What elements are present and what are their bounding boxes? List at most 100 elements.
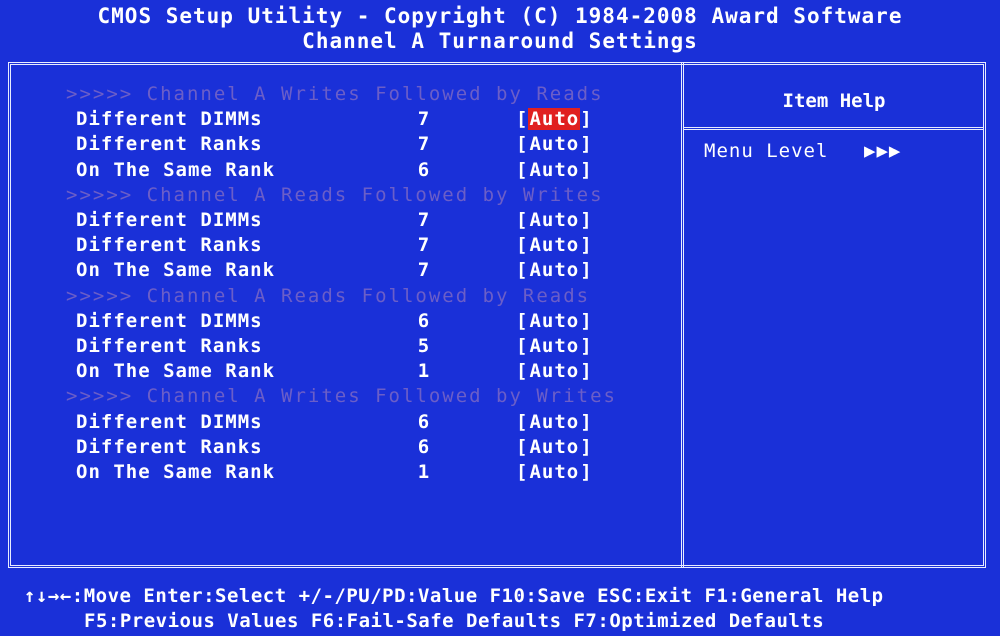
option-bracket-left: [ (516, 209, 529, 231)
section-heading-text: >>>>> Channel A Writes Followed by Reads (66, 83, 604, 105)
section-heading-text: >>>>> Channel A Writes Followed by Write… (66, 385, 617, 408)
option-bracket-left: [ (516, 108, 529, 131)
key-legend-line-1: ↑↓→←:Move Enter:Select +/-/PU/PD:Value F… (24, 585, 884, 607)
option-bracket-right: ] (580, 335, 593, 357)
option-bracket-left: [ (516, 133, 529, 156)
setting-current-value: 1 (417, 360, 431, 383)
section-heading: >>>>> Channel A Writes Followed by Write… (0, 384, 680, 409)
menu-level: Menu Level ▶▶▶ (704, 138, 900, 164)
setting-option[interactable]: [Auto] (516, 107, 593, 132)
setting-label: On The Same Rank (76, 360, 276, 383)
option-value[interactable]: Auto (528, 411, 580, 433)
option-value[interactable]: Auto (528, 461, 580, 483)
setting-label: Different DIMMs (76, 108, 263, 131)
menu-level-label: Menu Level (704, 140, 829, 162)
option-value[interactable]: Auto (528, 234, 580, 256)
setting-current-value: 6 (417, 309, 431, 332)
option-bracket-right: ] (580, 158, 593, 181)
setting-current-value: 7 (417, 209, 431, 231)
setting-current-value: 7 (417, 234, 431, 257)
setting-row[interactable]: On The Same Rank 1 [Auto] (0, 359, 680, 384)
setting-row[interactable]: On The Same Rank 7 [Auto] (0, 258, 680, 283)
setting-row[interactable]: On The Same Rank 6 [Auto] (0, 158, 680, 183)
option-value[interactable]: Auto (528, 108, 581, 131)
option-bracket-left: [ (516, 410, 529, 433)
setting-row[interactable]: Different DIMMs 6 [Auto] (0, 410, 680, 435)
option-value[interactable]: Auto (528, 360, 580, 382)
setting-label: Different Ranks (76, 234, 263, 257)
setting-label: Different Ranks (76, 133, 263, 156)
setting-option[interactable]: [Auto] (516, 460, 593, 485)
setting-option[interactable]: [Auto] (516, 435, 593, 460)
option-bracket-right: ] (580, 133, 593, 156)
setting-option[interactable]: [Auto] (516, 208, 593, 233)
option-bracket-left: [ (516, 335, 529, 357)
option-value[interactable]: Auto (528, 335, 580, 357)
help-separator (684, 127, 984, 130)
screen-header: CMOS Setup Utility - Copyright (C) 1984-… (0, 4, 1000, 54)
menu-level-arrows-icon: ▶▶▶ (864, 140, 902, 162)
option-bracket-left: [ (516, 435, 529, 458)
setting-row[interactable]: Different Ranks 6 [Auto] (0, 435, 680, 460)
option-bracket-left: [ (516, 259, 529, 282)
setting-current-value: 7 (417, 108, 431, 131)
setting-row[interactable]: Different DIMMs 7 [Auto] (0, 107, 680, 132)
setting-label: Different DIMMs (76, 209, 263, 231)
key-legend-line-2: F5:Previous Values F6:Fail-Safe Defaults… (84, 610, 825, 632)
page-title: Channel A Turnaround Settings (302, 29, 698, 53)
setting-label: On The Same Rank (76, 158, 276, 181)
section-heading-text: >>>>> Channel A Reads Followed by Reads (66, 284, 591, 307)
setting-option[interactable]: [Auto] (516, 410, 593, 435)
option-bracket-left: [ (516, 309, 529, 332)
section-heading-text: >>>>> Channel A Reads Followed by Writes (66, 183, 604, 206)
setting-row[interactable]: Different DIMMs 7 [Auto] (0, 208, 680, 233)
option-bracket-right: ] (580, 435, 593, 458)
option-bracket-right: ] (580, 234, 593, 257)
setting-current-value: 7 (417, 133, 431, 156)
setting-current-value: 1 (417, 461, 431, 483)
setting-option[interactable]: [Auto] (516, 258, 593, 283)
setting-current-value: 6 (417, 158, 431, 181)
setting-row[interactable]: Different DIMMs 6 [Auto] (0, 309, 680, 334)
setting-current-value: 6 (417, 410, 431, 433)
utility-title: CMOS Setup Utility - Copyright (C) 1984-… (97, 4, 903, 28)
option-value[interactable]: Auto (528, 159, 580, 181)
option-bracket-right: ] (580, 259, 593, 282)
setting-row[interactable]: Different Ranks 7 [Auto] (0, 132, 680, 157)
setting-label: Different DIMMs (76, 410, 263, 433)
setting-label: On The Same Rank (76, 259, 276, 282)
option-bracket-right: ] (580, 410, 593, 433)
setting-label: Different DIMMs (76, 309, 263, 332)
setting-option[interactable]: [Auto] (516, 309, 593, 334)
setting-option[interactable]: [Auto] (516, 359, 593, 384)
item-help-title: Item Help (782, 90, 886, 112)
setting-option[interactable]: [Auto] (516, 233, 593, 258)
option-value[interactable]: Auto (528, 133, 580, 155)
setting-row[interactable]: On The Same Rank 1 [Auto] (0, 460, 680, 485)
setting-option[interactable]: [Auto] (516, 132, 593, 157)
option-bracket-right: ] (580, 309, 593, 332)
setting-label: Different Ranks (76, 435, 263, 458)
setting-row[interactable]: Different Ranks 7 [Auto] (0, 233, 680, 258)
setting-current-value: 6 (417, 435, 431, 458)
setting-option[interactable]: [Auto] (516, 158, 593, 183)
option-bracket-left: [ (516, 158, 529, 181)
panel-divider (681, 62, 685, 568)
setting-label: On The Same Rank (76, 461, 276, 483)
option-value[interactable]: Auto (528, 310, 580, 332)
option-value[interactable]: Auto (528, 436, 580, 458)
setting-current-value: 7 (417, 259, 431, 282)
setting-current-value: 5 (417, 335, 431, 357)
option-bracket-right: ] (580, 360, 593, 383)
setting-label: Different Ranks (76, 335, 263, 357)
option-value[interactable]: Auto (528, 209, 580, 231)
setting-option[interactable]: [Auto] (516, 334, 593, 359)
section-heading: >>>>> Channel A Reads Followed by Writes (0, 183, 680, 208)
section-heading: >>>>> Channel A Reads Followed by Reads (0, 284, 680, 309)
option-bracket-left: [ (516, 360, 529, 383)
option-bracket-left: [ (516, 461, 529, 483)
option-value[interactable]: Auto (528, 259, 580, 281)
setting-row[interactable]: Different Ranks 5 [Auto] (0, 334, 680, 359)
option-bracket-right: ] (580, 461, 593, 483)
option-bracket-right: ] (580, 108, 593, 131)
